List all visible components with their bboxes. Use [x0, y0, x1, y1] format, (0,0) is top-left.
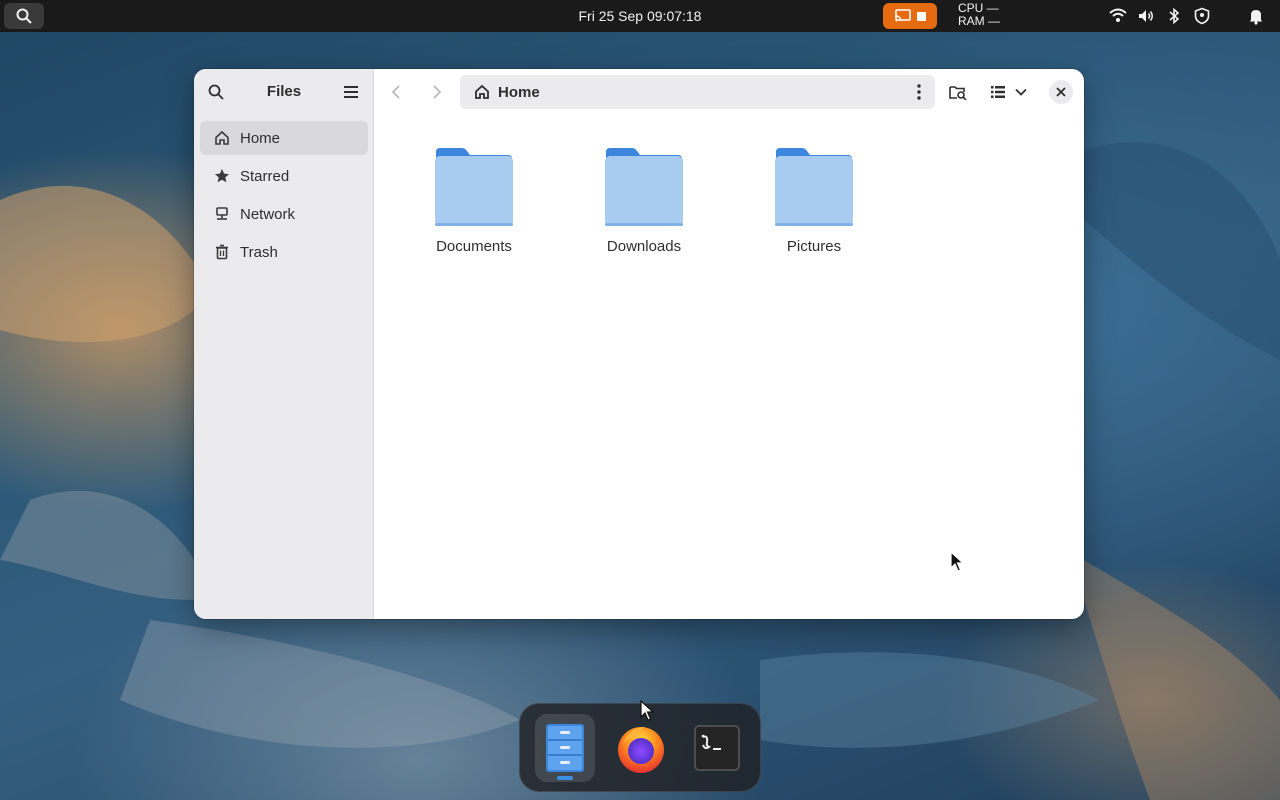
close-icon: [1056, 87, 1066, 97]
bluetooth-icon[interactable]: [1165, 7, 1183, 25]
sidebar-item-label: Trash: [240, 243, 278, 261]
sidebar-item-home[interactable]: Home: [200, 121, 368, 155]
chevron-left-icon: [391, 85, 400, 99]
network-icon: [216, 207, 228, 220]
star-icon: [215, 169, 229, 183]
home-icon: [475, 84, 489, 99]
sidebar-item-network[interactable]: Network: [200, 197, 368, 231]
chevron-right-icon: [433, 85, 442, 99]
firefox-icon: [618, 727, 664, 773]
sidebar-item-label: Network: [240, 205, 296, 223]
forward-button[interactable]: [421, 77, 451, 107]
search-folder-button[interactable]: [943, 77, 973, 107]
sidebar-item-label: Home: [240, 129, 281, 147]
list-view-icon: [991, 86, 1005, 98]
wifi-icon[interactable]: [1109, 7, 1127, 25]
dock-app-firefox[interactable]: [611, 714, 671, 782]
stop-icon: [916, 11, 926, 21]
folder-item-downloads[interactable]: Downloads: [589, 146, 699, 255]
trash-icon: [216, 244, 228, 260]
home-icon: [215, 130, 229, 145]
dock-app-terminal[interactable]: [687, 714, 747, 782]
folder-item-documents[interactable]: Documents: [419, 146, 529, 255]
sidebar-header: Files: [194, 69, 374, 115]
sidebar-item-label: Starred: [240, 167, 290, 185]
bell-icon[interactable]: [1247, 7, 1265, 25]
main-menu-button[interactable]: [336, 77, 366, 107]
volume-icon[interactable]: [1137, 7, 1155, 25]
folder-icon: [435, 148, 513, 226]
screen-cast-indicator[interactable]: [883, 3, 937, 29]
current-location: Home: [498, 83, 540, 101]
folder-label: Documents: [436, 238, 512, 255]
dock-app-files[interactable]: [535, 714, 595, 782]
sidebar: Files Home Starred Network Trash: [194, 69, 374, 619]
hamburger-menu-icon: [344, 86, 358, 98]
file-cabinet-icon: [546, 724, 584, 772]
folder-label: Downloads: [606, 238, 682, 255]
sidebar-item-starred[interactable]: Starred: [200, 159, 368, 193]
folder-search-icon: [949, 86, 967, 100]
close-window-button[interactable]: [1046, 77, 1076, 107]
folder-item-pictures[interactable]: Pictures: [759, 146, 869, 255]
folder-label: Pictures: [786, 238, 842, 255]
cast-icon: [894, 9, 911, 22]
files-window: Files Home Starred Network Trash Home Do…: [194, 69, 1084, 619]
path-bar[interactable]: Home: [460, 75, 935, 109]
ram-label: RAM —: [958, 14, 1000, 28]
top-panel: Fri 25 Sep 09:07:18 CPU — RAM —: [0, 0, 1280, 32]
terminal-icon: [694, 725, 740, 771]
sidebar-item-trash[interactable]: Trash: [200, 235, 368, 269]
shield-icon[interactable]: [1193, 7, 1211, 25]
kebab-menu-icon[interactable]: [917, 84, 921, 100]
folder-icon: [605, 148, 683, 226]
dock: [519, 703, 761, 792]
clock[interactable]: Fri 25 Sep 09:07:18: [0, 8, 1280, 24]
system-monitor[interactable]: CPU — RAM —: [958, 2, 1000, 28]
running-indicator: [557, 776, 573, 780]
file-browser-content: Home Documents Downloads Pictures: [374, 69, 1084, 619]
folder-icon: [775, 148, 853, 226]
chevron-down-icon: [1015, 88, 1027, 96]
list-view-button[interactable]: [983, 77, 1013, 107]
back-button[interactable]: [382, 77, 412, 107]
view-options-button[interactable]: [1010, 77, 1032, 107]
